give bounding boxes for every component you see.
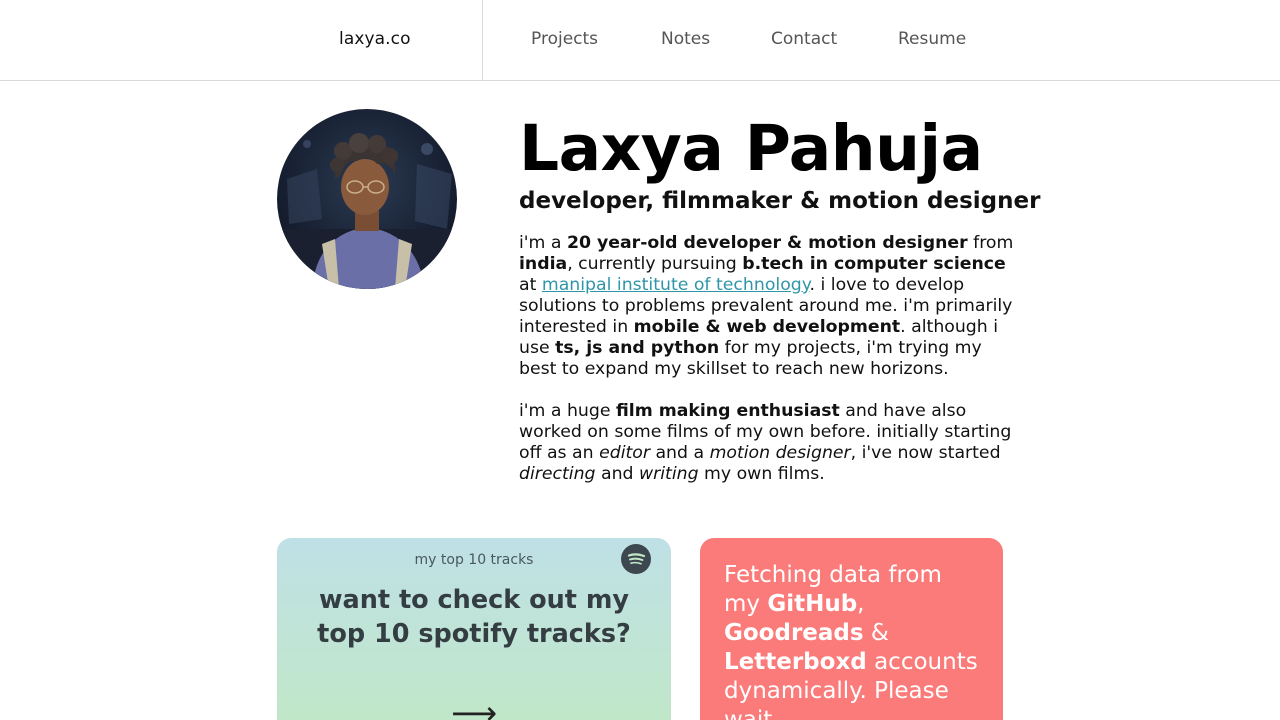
bio-text: and — [595, 464, 640, 484]
arrow-right-icon[interactable]: ⟶ — [277, 696, 671, 720]
card-kicker: my top 10 tracks — [414, 552, 534, 568]
bio-text: i'm a — [519, 233, 567, 253]
bio-highlight: b.tech in computer science — [742, 254, 1006, 274]
card-question: want to check out my top 10 spotify trac… — [317, 585, 631, 649]
nav-link-notes[interactable]: Notes — [661, 29, 710, 49]
bio-text: , i've now started — [850, 443, 1001, 463]
bio-text: , currently pursuing — [567, 254, 743, 274]
bio-text: and a — [649, 443, 710, 463]
loading-text: & — [863, 620, 889, 646]
university-link[interactable]: manipal institute of technology — [542, 275, 810, 295]
profile-name: Laxya Pahuja — [519, 112, 983, 185]
bio-paragraph-1: i'm a 20 year-old developer & motion des… — [519, 233, 1019, 380]
bio-emphasis: writing — [639, 464, 699, 484]
account-github: GitHub — [767, 591, 858, 617]
bio-emphasis: editor — [599, 443, 650, 463]
loading-text: , — [857, 591, 865, 617]
profile-photo-illustration — [277, 109, 457, 289]
bio: i'm a 20 year-old developer & motion des… — [519, 233, 1019, 506]
account-goodreads: Goodreads — [724, 620, 864, 646]
bio-emphasis: directing — [519, 464, 596, 484]
loading-message: Fetching data from my GitHub, Goodreads … — [724, 561, 981, 720]
bio-highlight: india — [519, 254, 568, 274]
accounts-loading-card: Fetching data from my GitHub, Goodreads … — [700, 538, 1003, 720]
spotify-icon — [621, 544, 651, 574]
bio-highlight: 20 year-old developer & motion designer — [566, 233, 968, 253]
bio-highlight: ts, js and python — [555, 338, 720, 358]
brand-link[interactable]: laxya.co — [339, 29, 411, 49]
top-navigation: laxya.co Projects Notes Contact Resume — [0, 0, 1280, 81]
bio-highlight: film making enthusiast — [615, 401, 840, 421]
bio-text: at — [519, 275, 542, 295]
bio-text: i'm a huge — [519, 401, 616, 421]
profile-tagline: developer, filmmaker & motion designer — [519, 188, 1041, 214]
bio-text: my own films. — [698, 464, 825, 484]
bio-emphasis: motion designer — [709, 443, 851, 463]
bio-text: from — [967, 233, 1014, 253]
bio-paragraph-2: i'm a huge film making enthusiast and ha… — [519, 401, 1019, 485]
profile-photo — [277, 109, 457, 289]
nav-link-projects[interactable]: Projects — [531, 29, 598, 49]
account-letterboxd: Letterboxd — [724, 649, 867, 675]
nav-link-contact[interactable]: Contact — [771, 29, 837, 49]
bio-highlight: mobile & web development — [633, 317, 901, 337]
spotify-top-tracks-card[interactable]: my top 10 tracks want to check out my to… — [277, 538, 671, 720]
nav-divider — [482, 0, 483, 80]
nav-link-resume[interactable]: Resume — [898, 29, 966, 49]
